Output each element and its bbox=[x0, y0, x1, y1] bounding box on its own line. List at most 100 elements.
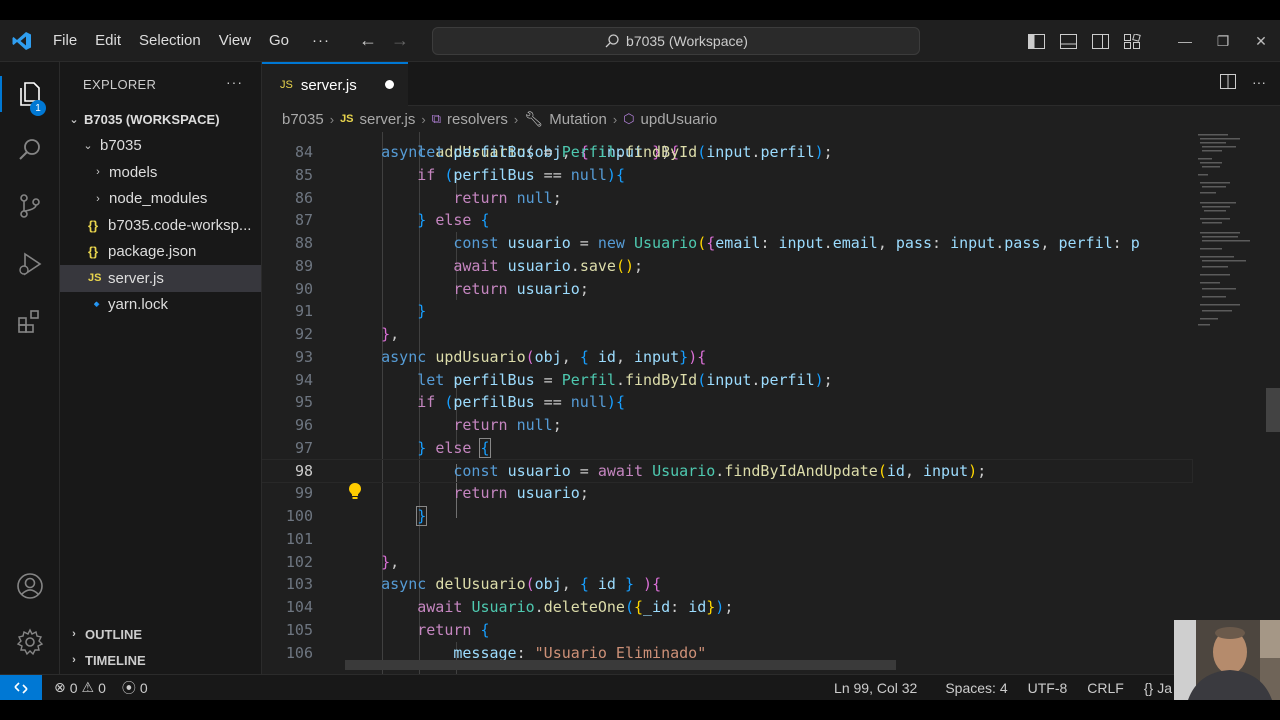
menu-go[interactable]: Go bbox=[260, 20, 298, 62]
run-debug-icon[interactable] bbox=[0, 240, 60, 288]
outline-section[interactable]: › OUTLINE bbox=[60, 621, 262, 647]
accounts-icon[interactable] bbox=[0, 562, 60, 610]
breadcrumb-mutation[interactable]: Mutation bbox=[549, 111, 607, 128]
breadcrumb-file[interactable]: server.js bbox=[360, 111, 416, 128]
code-text: if (perfilBus == null){ bbox=[417, 393, 625, 412]
forward-arrow-icon[interactable]: → bbox=[384, 30, 416, 51]
code-line: async addUsuario(obj, { input }){ bbox=[345, 142, 680, 161]
line-number: 94 bbox=[294, 370, 313, 389]
vertical-scrollbar[interactable] bbox=[1266, 132, 1280, 674]
menu-view[interactable]: View bbox=[210, 20, 260, 62]
folder-label: b7035 bbox=[100, 137, 142, 155]
chevron-right-icon: › bbox=[329, 111, 335, 127]
line-number: 101 bbox=[285, 529, 313, 548]
tree-item-yarn-lock[interactable]: 🔹 yarn.lock bbox=[60, 292, 261, 319]
symbol-variable-icon: ⧉ bbox=[431, 111, 442, 126]
remote-indicator-icon[interactable] bbox=[0, 674, 42, 701]
folder-b7035[interactable]: ⌄ b7035 bbox=[60, 133, 261, 160]
chevron-right-icon: › bbox=[72, 628, 76, 640]
minimize-icon[interactable]: — bbox=[1166, 20, 1204, 62]
code-text: return null; bbox=[453, 188, 562, 207]
explorer-icon[interactable]: 1 bbox=[0, 70, 60, 118]
menu-more-icon[interactable]: ··· bbox=[298, 32, 344, 49]
breadcrumb: b7035 › JS server.js › ⧉ resolvers › 🔧︎ … bbox=[262, 106, 1280, 132]
source-control-icon[interactable] bbox=[0, 182, 60, 230]
customize-layout-icon[interactable] bbox=[1116, 20, 1148, 62]
extensions-icon[interactable] bbox=[0, 298, 60, 346]
lightbulb-icon[interactable] bbox=[348, 482, 362, 505]
tree-item-label: package.json bbox=[108, 243, 197, 261]
code-line: 103 async delUsuario(obj, { id } ){ bbox=[262, 573, 1192, 596]
timeline-section[interactable]: › TIMELINE bbox=[60, 647, 262, 673]
split-editor-icon[interactable] bbox=[1220, 74, 1236, 92]
command-center[interactable]: b7035 (Workspace) bbox=[432, 27, 920, 55]
settings-gear-icon[interactable] bbox=[0, 618, 60, 666]
code-editor[interactable]: async addUsuario(obj, { input }){ 84 let… bbox=[262, 132, 1280, 674]
encoding[interactable]: UTF-8 bbox=[1020, 680, 1076, 696]
line-number: 102 bbox=[285, 552, 313, 571]
tree-item-label: server.js bbox=[108, 269, 164, 287]
minimap[interactable] bbox=[1192, 132, 1266, 674]
code-line: 100 } bbox=[262, 505, 1192, 528]
yarn-file-icon: 🔹 bbox=[88, 296, 106, 313]
code-line: 94 let perfilBus = Perfil.findById(input… bbox=[262, 369, 1192, 392]
line-number: 103 bbox=[285, 575, 313, 594]
search-icon[interactable] bbox=[0, 126, 60, 174]
explorer-badge: 1 bbox=[30, 100, 46, 116]
ports-indicator[interactable]: ⦿ 0 bbox=[114, 678, 156, 698]
unsaved-dot-icon[interactable] bbox=[385, 80, 394, 89]
line-ending[interactable]: CRLF bbox=[1079, 680, 1132, 696]
letterbox-top bbox=[0, 0, 1280, 20]
tree-item-label: b7035.code-worksp... bbox=[108, 216, 252, 234]
js-file-icon: JS bbox=[88, 272, 102, 285]
tab-server-js[interactable]: JS server.js bbox=[262, 62, 408, 106]
toggle-secondary-sidebar-icon[interactable] bbox=[1084, 20, 1116, 62]
menu-file[interactable]: File bbox=[44, 20, 86, 62]
tree-item-package-json[interactable]: {} package.json bbox=[60, 239, 261, 266]
code-text: return usuario; bbox=[453, 484, 589, 503]
code-text: if (perfilBus == null){ bbox=[417, 165, 625, 184]
toggle-primary-sidebar-icon[interactable] bbox=[1020, 20, 1052, 62]
breadcrumb-folder[interactable]: b7035 bbox=[282, 111, 324, 128]
code-text: } bbox=[417, 302, 427, 321]
menu-edit[interactable]: Edit bbox=[86, 20, 130, 62]
explorer-sidebar: EXPLORER ··· ⌄ B7035 (WORKSPACE) ⌄ b7035… bbox=[60, 62, 262, 674]
horizontal-scrollbar[interactable] bbox=[345, 660, 896, 670]
code-line: 91 } bbox=[262, 300, 1192, 323]
line-number: 92 bbox=[294, 325, 313, 343]
tree-item-models[interactable]: › models bbox=[60, 159, 261, 186]
warning-count: 0 bbox=[98, 679, 106, 696]
chevron-right-icon: › bbox=[96, 192, 100, 205]
chevron-right-icon: › bbox=[421, 111, 426, 127]
explorer-more-icon[interactable]: ··· bbox=[226, 74, 243, 90]
line-number: 85 bbox=[294, 165, 313, 184]
close-icon[interactable]: ✕ bbox=[1242, 20, 1280, 62]
toggle-panel-icon[interactable] bbox=[1052, 20, 1084, 62]
breadcrumb-function[interactable]: updUsuario bbox=[641, 111, 718, 128]
code-line: 96 return null; bbox=[262, 414, 1192, 437]
tree-item-code-workspace[interactable]: {} b7035.code-worksp... bbox=[60, 212, 261, 239]
symbol-method-icon: ⬡ bbox=[623, 111, 635, 126]
scrollbar-thumb[interactable] bbox=[1266, 388, 1280, 432]
tree-item-server-js[interactable]: JS server.js bbox=[60, 265, 261, 292]
back-arrow-icon[interactable]: ← bbox=[352, 30, 384, 51]
tree-item-node-modules[interactable]: › node_modules bbox=[60, 186, 261, 213]
cursor-position[interactable]: Ln 99, Col 32 bbox=[826, 680, 925, 696]
editor-tab-bar: JS server.js ··· bbox=[262, 62, 1280, 106]
problems-indicator[interactable]: ⊗ 0 ⚠ 0 bbox=[46, 679, 114, 696]
broadcast-icon: ⦿ bbox=[121, 679, 136, 696]
editor-more-icon[interactable]: ··· bbox=[1252, 74, 1266, 92]
chevron-right-icon: › bbox=[612, 111, 618, 127]
code-text: let perfilBus = Perfil.findById(input.pe… bbox=[417, 370, 833, 389]
breadcrumb-resolvers[interactable]: resolvers bbox=[447, 111, 508, 128]
line-number: 90 bbox=[294, 279, 313, 298]
chevron-right-icon: › bbox=[72, 654, 76, 666]
code-line: 86 return null; bbox=[262, 187, 1192, 210]
restore-icon[interactable]: ❐ bbox=[1204, 20, 1242, 62]
tab-label: server.js bbox=[300, 76, 357, 94]
menu-selection[interactable]: Selection bbox=[130, 20, 210, 62]
workspace-root[interactable]: ⌄ B7035 (WORKSPACE) bbox=[60, 106, 261, 133]
letterbox-bottom bbox=[0, 700, 1280, 720]
line-number: 105 bbox=[285, 620, 313, 639]
indentation[interactable]: Spaces: 4 bbox=[937, 680, 1015, 696]
